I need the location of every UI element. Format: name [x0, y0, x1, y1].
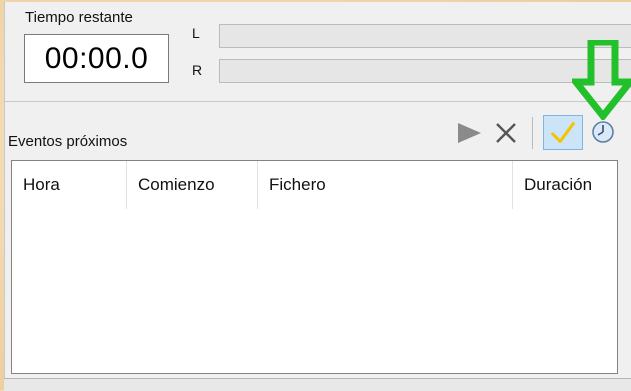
clock-icon[interactable]: [591, 120, 615, 144]
upcoming-events-label: Eventos próximos: [8, 133, 128, 150]
time-remaining-display: 00:00.0: [24, 34, 169, 83]
down-arrow-icon: [572, 40, 631, 120]
app-window: Tiempo restante 00:00.0 L R Eventos próx…: [0, 0, 631, 391]
column-header-fichero[interactable]: Fichero: [258, 161, 513, 209]
bottom-edge: [4, 378, 631, 391]
time-remaining-label: Tiempo restante: [25, 9, 133, 26]
meter-right-label: R: [192, 62, 203, 78]
meter-left-label: L: [192, 25, 200, 41]
toolbar-separator: [532, 117, 533, 149]
column-header-hora[interactable]: Hora: [12, 161, 127, 209]
confirm-toggle-button[interactable]: [543, 115, 583, 150]
audio-meter-right: [219, 59, 631, 83]
audio-meter-left: [219, 24, 631, 48]
upcoming-events-table[interactable]: Hora Comienzo Fichero Duración: [11, 160, 618, 374]
column-header-duracion[interactable]: Duración: [513, 161, 617, 209]
column-header-comienzo[interactable]: Comienzo: [127, 161, 258, 209]
checkmark-icon: [551, 122, 575, 143]
table-header: Hora Comienzo Fichero Duración: [12, 161, 617, 209]
section-divider: [4, 101, 631, 102]
play-icon[interactable]: [455, 122, 483, 144]
close-icon[interactable]: [494, 122, 518, 144]
